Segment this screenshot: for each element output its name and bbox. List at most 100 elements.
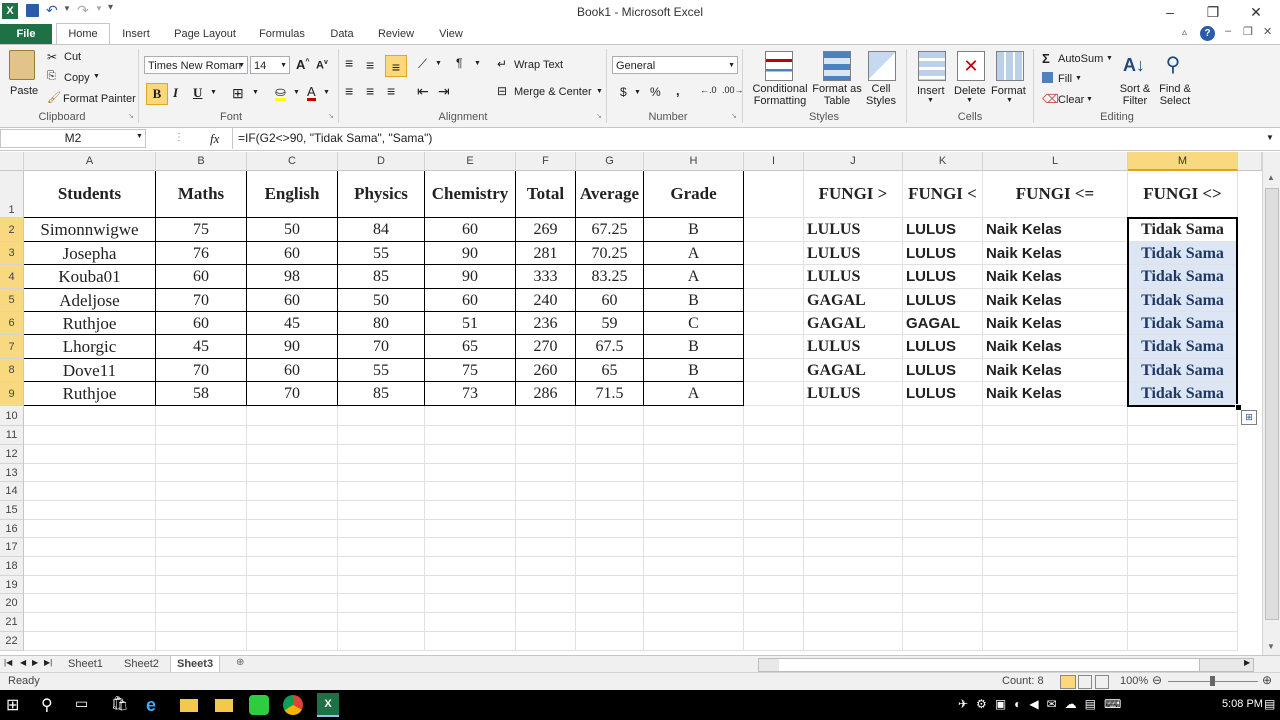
task-view-icon[interactable]: ▭	[75, 695, 95, 715]
column-header-a[interactable]: A	[24, 152, 156, 171]
worksheet-grid[interactable]: A B C D E F G H I J K L M 1 2 3 4 5 6 7 8 9 10 11 12 13 14 15 16 17 18…	[0, 152, 1262, 655]
empty-cell[interactable]	[24, 632, 156, 651]
insert-cells-icon[interactable]	[918, 51, 946, 81]
empty-cell[interactable]	[338, 426, 425, 445]
empty-cell[interactable]	[24, 576, 156, 594]
autosum-button[interactable]: AutoSum	[1058, 53, 1103, 65]
empty-cell[interactable]	[156, 501, 247, 520]
empty-cell[interactable]	[644, 445, 744, 464]
cell-i5[interactable]	[744, 289, 804, 312]
alignment-launcher-icon[interactable]: ↘	[596, 112, 602, 120]
increase-decimal-icon[interactable]: ←.0	[700, 85, 717, 95]
align-center-icon[interactable]: ≡	[366, 83, 374, 99]
cell-b2[interactable]: 75	[156, 218, 247, 242]
copy-button[interactable]: Copy	[64, 72, 90, 84]
empty-cell[interactable]	[644, 576, 744, 594]
folder-icon[interactable]	[215, 699, 233, 712]
minimize-ribbon-icon[interactable]: ▵	[1182, 27, 1187, 38]
insert-dropdown-icon[interactable]: ▼	[927, 97, 934, 104]
cell-a9[interactable]: Ruthjoe	[24, 382, 156, 406]
scroll-thumb[interactable]	[1265, 188, 1279, 620]
header-cell-e[interactable]: Chemistry	[425, 171, 516, 218]
empty-cell[interactable]	[804, 632, 903, 651]
cell-e6[interactable]: 51	[425, 312, 516, 335]
empty-cell[interactable]	[744, 464, 804, 482]
cell-c4[interactable]: 98	[247, 265, 338, 289]
row-header-12[interactable]: 12	[0, 445, 24, 464]
sheet-tab-sheet3[interactable]: Sheet3	[170, 656, 221, 673]
header-cell-g[interactable]: Average	[576, 171, 644, 218]
empty-cell[interactable]	[338, 406, 425, 426]
column-header-k[interactable]: K	[903, 152, 983, 171]
cell-a6[interactable]: Ruthjoe	[24, 312, 156, 335]
zoom-out-icon[interactable]: ⊖	[1152, 673, 1162, 687]
cell-g4[interactable]: 83.25	[576, 265, 644, 289]
empty-cell[interactable]	[576, 538, 644, 557]
row-header-21[interactable]: 21	[0, 613, 24, 632]
empty-cell[interactable]	[425, 538, 516, 557]
empty-cell[interactable]	[425, 501, 516, 520]
cell-c9[interactable]: 70	[247, 382, 338, 406]
empty-cell[interactable]	[804, 613, 903, 632]
column-header-h[interactable]: H	[644, 152, 744, 171]
scroll-up-icon[interactable]: ▲	[1267, 173, 1275, 182]
text-direction-icon[interactable]: ¶	[456, 56, 462, 70]
empty-cell[interactable]	[338, 613, 425, 632]
cell-j7[interactable]: LULUS	[804, 335, 903, 359]
tab-insert[interactable]: Insert	[112, 24, 160, 44]
empty-cell[interactable]	[156, 538, 247, 557]
decrease-indent-icon[interactable]: ⇤	[417, 83, 429, 100]
empty-cell[interactable]	[804, 594, 903, 613]
empty-cell[interactable]	[983, 594, 1128, 613]
cell-a2[interactable]: Simonnwigwe	[24, 218, 156, 242]
cell-i9[interactable]	[744, 382, 804, 406]
empty-cell[interactable]	[24, 557, 156, 576]
store-icon[interactable]: 🛍	[111, 695, 131, 715]
cell-d6[interactable]: 80	[338, 312, 425, 335]
cell-e2[interactable]: 60	[425, 218, 516, 242]
empty-cell[interactable]	[425, 594, 516, 613]
empty-cell[interactable]	[338, 482, 425, 501]
format-as-table-icon[interactable]	[823, 51, 851, 81]
empty-cell[interactable]	[576, 557, 644, 576]
tab-review[interactable]: Review	[372, 24, 420, 44]
cell-k5[interactable]: LULUS	[903, 289, 983, 312]
cell-h2[interactable]: B	[644, 218, 744, 242]
empty-cell[interactable]	[1128, 501, 1238, 520]
row-header-13[interactable]: 13	[0, 464, 24, 482]
empty-cell[interactable]	[1128, 538, 1238, 557]
empty-cell[interactable]	[804, 576, 903, 594]
empty-cell[interactable]	[744, 445, 804, 464]
empty-cell[interactable]	[983, 445, 1128, 464]
cell-m6[interactable]: Tidak Sama	[1128, 312, 1238, 335]
cell-i2[interactable]	[744, 218, 804, 242]
cell-c6[interactable]: 45	[247, 312, 338, 335]
fill-button[interactable]: Fill	[1058, 73, 1072, 85]
column-header-b[interactable]: B	[156, 152, 247, 171]
empty-cell[interactable]	[804, 406, 903, 426]
empty-cell[interactable]	[983, 632, 1128, 651]
empty-cell[interactable]	[425, 613, 516, 632]
empty-cell[interactable]	[983, 406, 1128, 426]
cell-h5[interactable]: B	[644, 289, 744, 312]
last-sheet-icon[interactable]: ▶|	[44, 658, 52, 667]
empty-cell[interactable]	[804, 482, 903, 501]
empty-cell[interactable]	[24, 501, 156, 520]
row-header-8[interactable]: 8	[0, 359, 24, 382]
cell-e3[interactable]: 90	[425, 242, 516, 265]
align-top-icon[interactable]: ≡	[345, 55, 353, 71]
empty-cell[interactable]	[24, 426, 156, 445]
number-format-combo[interactable]: General ▼	[612, 56, 738, 74]
cell-b4[interactable]: 60	[156, 265, 247, 289]
expand-formula-icon[interactable]: ▼	[1266, 133, 1274, 142]
column-header-g[interactable]: G	[576, 152, 644, 171]
empty-cell[interactable]	[338, 538, 425, 557]
empty-cell[interactable]	[644, 613, 744, 632]
cell-l9[interactable]: Naik Kelas	[983, 382, 1128, 406]
row-header-9[interactable]: 9	[0, 382, 24, 406]
empty-cell[interactable]	[156, 576, 247, 594]
select-all-corner[interactable]	[0, 152, 24, 171]
empty-cell[interactable]	[24, 464, 156, 482]
empty-cell[interactable]	[644, 426, 744, 445]
cell-j4[interactable]: LULUS	[804, 265, 903, 289]
